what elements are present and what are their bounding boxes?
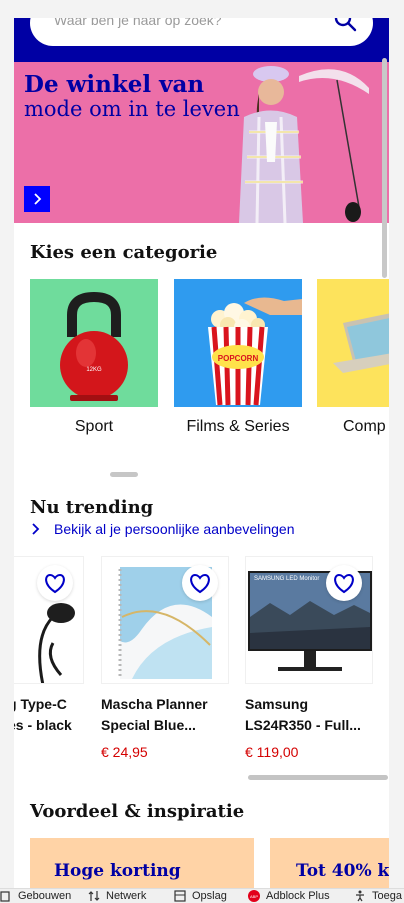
monitor-brand-label: SAMSUNG LED Monitor bbox=[254, 576, 319, 582]
promo-card-korting[interactable]: Tot 40% ko bbox=[270, 838, 389, 888]
storage-icon bbox=[174, 890, 186, 902]
adblock-plus-icon: ABP bbox=[248, 890, 260, 902]
product-card-monitor[interactable]: SAMSUNG LED Monitor bbox=[245, 556, 373, 684]
kettlebell-image: 12KG bbox=[30, 279, 158, 407]
category-label-sport[interactable]: Sport bbox=[30, 418, 158, 436]
product-price-monitor: € 119,00 bbox=[245, 744, 299, 760]
statusbar-item-adblock[interactable]: ABP Adblock Plus bbox=[248, 890, 330, 902]
header: Waar ben je naar op zoek? bbox=[14, 18, 389, 62]
app-viewport: Waar ben je naar op zoek? De winkel van … bbox=[14, 18, 389, 888]
popcorn-label: POPCORN bbox=[218, 354, 259, 363]
svg-text:ABP: ABP bbox=[250, 894, 258, 899]
inspiration-section-title: Voordeel & inspiratie bbox=[30, 801, 245, 822]
category-section-title: Kies een categorie bbox=[30, 242, 218, 263]
hero-title: De winkel van bbox=[24, 71, 205, 98]
statusbar-item-toegankelijkheid[interactable]: Toega bbox=[354, 890, 402, 902]
carousel-scroll-indicator[interactable] bbox=[110, 472, 138, 477]
search-icon[interactable] bbox=[333, 18, 357, 32]
search-bar[interactable]: Waar ben je naar op zoek? bbox=[30, 18, 373, 46]
category-card-computers[interactable] bbox=[317, 279, 389, 407]
product-carousel-scrollbar[interactable] bbox=[248, 775, 388, 780]
category-label-computers[interactable]: Comp bbox=[317, 418, 389, 436]
network-arrows-icon bbox=[88, 891, 100, 901]
favorite-heart-icon[interactable] bbox=[37, 565, 73, 601]
favorite-heart-icon[interactable] bbox=[182, 565, 218, 601]
statusbar-item-netwerk[interactable]: Netwerk bbox=[88, 890, 146, 902]
category-card-films[interactable]: POPCORN bbox=[174, 279, 302, 407]
product-card-earphones[interactable] bbox=[14, 556, 84, 684]
category-card-sport[interactable]: 12KG bbox=[30, 279, 158, 407]
promo-card-hoge-korting[interactable]: Hoge korting bbox=[30, 838, 254, 888]
promo-title: Tot 40% ko bbox=[296, 861, 389, 881]
favorite-heart-icon[interactable] bbox=[326, 565, 362, 601]
laptop-image bbox=[317, 279, 389, 407]
product-name-planner[interactable]: Mascha Planner Special Blue... bbox=[101, 694, 231, 736]
promo-title: Hoge korting bbox=[54, 861, 181, 881]
popcorn-image: POPCORN bbox=[174, 279, 302, 407]
kettlebell-weight-label: 12KG bbox=[86, 367, 102, 373]
product-name-monitor[interactable]: Samsung LS24R350 - Full... bbox=[245, 694, 375, 736]
search-input[interactable]: Waar ben je naar op zoek? bbox=[54, 18, 222, 28]
chevron-right-icon bbox=[32, 523, 40, 535]
trending-section-title: Nu trending bbox=[30, 497, 154, 518]
category-label-films[interactable]: Films & Series bbox=[174, 418, 302, 436]
product-card-planner[interactable] bbox=[101, 556, 229, 684]
devtools-status-bar: Gebouwen Netwerk Opslag ABP Adblock Plus… bbox=[0, 888, 404, 903]
hero-model-image bbox=[239, 66, 369, 223]
hero-subtitle: mode om in te leven bbox=[24, 97, 240, 121]
statusbar-item-gebouwen[interactable]: Gebouwen bbox=[0, 890, 71, 902]
vertical-scrollbar[interactable] bbox=[382, 58, 387, 278]
building-icon bbox=[0, 891, 10, 902]
hero-banner[interactable]: De winkel van mode om in te leven bbox=[14, 62, 389, 223]
recommendations-link[interactable]: Bekijk al je persoonlijke aanbevelingen bbox=[32, 521, 295, 537]
product-price-planner: € 24,95 bbox=[101, 744, 148, 760]
hero-next-button[interactable] bbox=[24, 186, 50, 212]
accessibility-icon bbox=[356, 890, 364, 902]
recommendations-link-label: Bekijk al je persoonlijke aanbevelingen bbox=[54, 521, 295, 537]
statusbar-item-opslag[interactable]: Opslag bbox=[174, 890, 227, 902]
chevron-right-icon bbox=[34, 193, 42, 205]
